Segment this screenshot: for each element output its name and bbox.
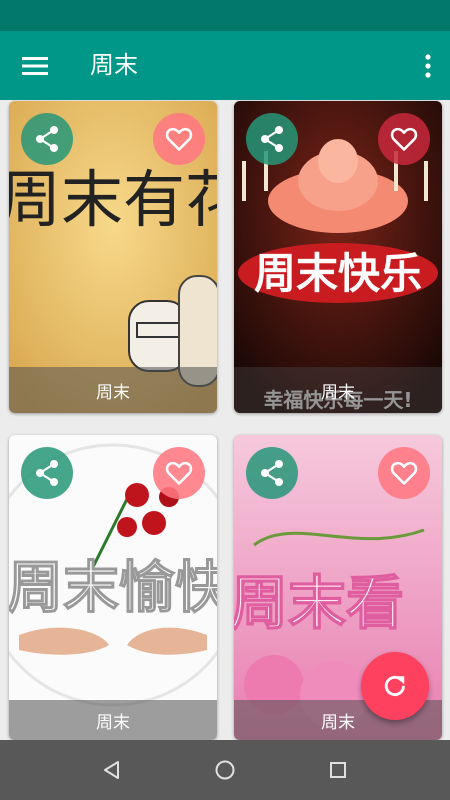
card-image-text: 周末快乐 [254, 249, 422, 298]
card-caption: 周末 [234, 367, 442, 413]
status-bar [0, 0, 450, 31]
app-bar: 周末 [0, 31, 450, 100]
heart-icon[interactable] [378, 113, 430, 165]
recents-icon[interactable] [318, 750, 358, 790]
card-caption: 周末 [9, 367, 217, 413]
heart-icon[interactable] [378, 447, 430, 499]
refresh-icon [384, 675, 405, 697]
share-icon[interactable] [246, 113, 298, 165]
card-item[interactable]: 周末愉快 周末 [9, 435, 217, 740]
heart-icon[interactable] [153, 113, 205, 165]
page-title: 周末 [90, 51, 138, 79]
home-icon[interactable] [205, 750, 245, 790]
back-icon[interactable] [92, 750, 132, 790]
card-image-text: 周末有花 [9, 163, 217, 236]
navigation-bar [0, 740, 450, 800]
card-caption: 周末 [9, 700, 217, 740]
heart-icon[interactable] [153, 447, 205, 499]
card-image-text: 周末看 [234, 569, 404, 637]
menu-icon[interactable] [14, 45, 56, 87]
share-icon[interactable] [21, 113, 73, 165]
card-image-text: 周末愉快 [9, 556, 217, 621]
card-item[interactable]: 周末有花 周末 [9, 101, 217, 413]
refresh-button[interactable] [361, 652, 429, 720]
card-grid: 周末有花 周末 周末快乐 幸福快乐每一天! 周末 周末愉快 周末 周末看 周末 [0, 100, 450, 740]
more-vert-icon[interactable] [418, 45, 438, 87]
share-icon[interactable] [246, 447, 298, 499]
share-icon[interactable] [21, 447, 73, 499]
card-item[interactable]: 周末快乐 幸福快乐每一天! 周末 [234, 101, 442, 413]
